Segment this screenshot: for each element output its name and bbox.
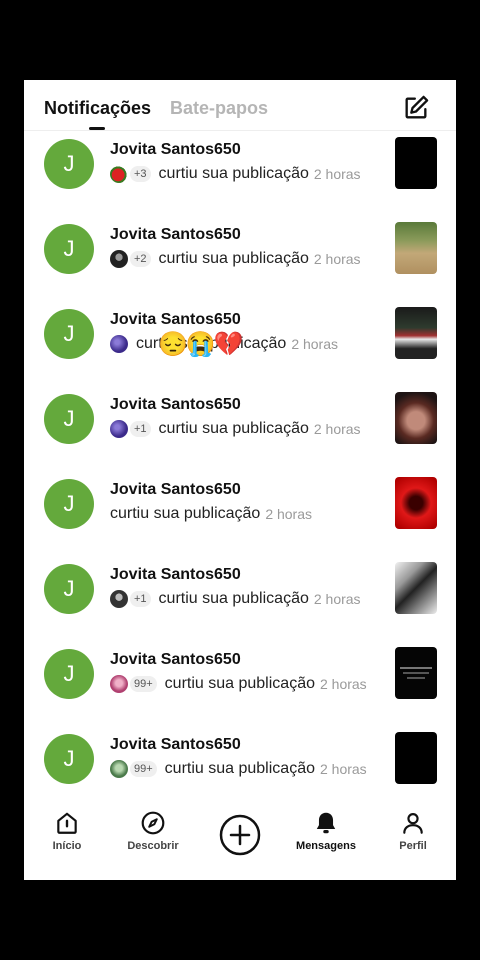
timestamp: 2 horas [313, 591, 361, 607]
notification-detail: +2 curtiu sua publicação 2 horas [110, 248, 361, 270]
timestamp: 2 horas [265, 506, 313, 522]
post-thumbnail[interactable] [395, 477, 437, 529]
liker-count-badge: +1 [130, 591, 151, 607]
notification-row[interactable]: J Jovita Santos650 +1 curtiu sua publica… [24, 386, 456, 470]
profile-icon [403, 813, 423, 834]
user-name[interactable]: Jovita Santos650 [110, 651, 241, 669]
avatar[interactable]: J [44, 139, 94, 189]
liker-count-badge: 99+ [130, 761, 157, 777]
notification-detail: 99+ curtiu sua publicação 2 horas [110, 758, 367, 780]
liker-avatar [110, 760, 128, 778]
action-text: curtiu sua publicação [110, 505, 261, 522]
avatar[interactable]: J [44, 734, 94, 784]
action-text: curtiu sua publicação [158, 165, 309, 182]
bell-icon [316, 812, 336, 834]
home-icon [57, 812, 77, 834]
timestamp: 2 horas [319, 761, 367, 777]
liker-count-badge: +3 [130, 166, 151, 182]
timestamp: 2 horas [313, 251, 361, 267]
liker-avatar [110, 335, 128, 353]
nav-home-label: Início [52, 840, 82, 852]
notification-row[interactable]: J Jovita Santos650 +3 curtiu sua publica… [24, 131, 456, 215]
liker-count-badge: +2 [130, 251, 151, 267]
avatar[interactable]: J [44, 479, 94, 529]
create-post-button[interactable] [200, 814, 280, 856]
nav-discover[interactable]: Descobrir [113, 810, 193, 852]
nav-discover-label: Descobrir [127, 840, 179, 852]
notification-row[interactable]: J Jovita Santos650 curtiu sua publicação… [24, 471, 456, 555]
post-thumbnail[interactable] [395, 222, 437, 274]
tab-notifications[interactable]: Notificações [44, 98, 151, 119]
avatar[interactable]: J [44, 309, 94, 359]
nav-profile-label: Perfil [399, 840, 427, 852]
action-text: curtiu sua publicação [164, 675, 315, 692]
notification-detail: +1 curtiu sua publicação 2 horas [110, 418, 361, 440]
post-thumbnail[interactable] [395, 137, 437, 189]
liker-avatar [110, 675, 128, 693]
action-text: curtiu sua publicação [158, 250, 309, 267]
user-name[interactable]: Jovita Santos650 [110, 481, 241, 499]
tab-chats[interactable]: Bate-papos [170, 98, 268, 119]
post-thumbnail[interactable] [395, 392, 437, 444]
notification-row[interactable]: J Jovita Santos650 99+ curtiu sua public… [24, 726, 456, 810]
post-thumbnail[interactable] [395, 562, 437, 614]
liker-count-badge: +1 [130, 421, 151, 437]
liker-count-badge: 99+ [130, 676, 157, 692]
nav-messages[interactable]: Mensagens [286, 810, 366, 852]
liker-avatar [110, 590, 128, 608]
notification-row[interactable]: J Jovita Santos650 99+ curtiu sua public… [24, 641, 456, 725]
user-name[interactable]: Jovita Santos650 [110, 141, 241, 159]
action-text: curtiu sua publicação [158, 420, 309, 437]
top-bar: Notificações Bate-papos [24, 80, 456, 131]
notification-detail: +3 curtiu sua publicação 2 horas [110, 163, 361, 185]
user-name[interactable]: Jovita Santos650 [110, 311, 241, 329]
action-text: curtiu sua publicação [164, 760, 315, 777]
avatar[interactable]: J [44, 394, 94, 444]
notification-detail: 99+ curtiu sua publicação 2 horas [110, 673, 367, 695]
post-thumbnail[interactable] [395, 732, 437, 784]
liker-avatar [110, 250, 128, 268]
compose-icon[interactable] [402, 94, 430, 122]
compass-icon [141, 811, 165, 835]
post-thumbnail[interactable] [395, 647, 437, 699]
plus-circle-icon [219, 814, 261, 856]
notification-row[interactable]: J Jovita Santos650 +2 curtiu sua publica… [24, 216, 456, 300]
action-text: curtiu sua publicação [158, 590, 309, 607]
notification-row[interactable]: J Jovita Santos650 +1 curtiu sua publica… [24, 556, 456, 640]
timestamp: 2 horas [313, 166, 361, 182]
notification-detail: curtiu sua publicação 2 horas [110, 503, 312, 525]
timestamp: 2 horas [313, 421, 361, 437]
avatar[interactable]: J [44, 224, 94, 274]
user-name[interactable]: Jovita Santos650 [110, 736, 241, 754]
nav-profile[interactable]: Perfil [373, 810, 453, 852]
avatar[interactable]: J [44, 649, 94, 699]
avatar[interactable]: J [44, 564, 94, 614]
notification-detail: +1 curtiu sua publicação 2 horas [110, 588, 361, 610]
liker-avatar [110, 420, 128, 438]
active-tab-indicator [89, 127, 105, 130]
nav-home[interactable]: Início [27, 810, 107, 852]
timestamp: 2 horas [319, 676, 367, 692]
timestamp: 2 horas [291, 336, 339, 352]
user-name[interactable]: Jovita Santos650 [110, 396, 241, 414]
notifications-screen: Notificações Bate-papos J Jovita Santos6… [24, 80, 456, 880]
bottom-navigation: Início Descobrir Mensagens Perfil [24, 800, 456, 880]
user-name[interactable]: Jovita Santos650 [110, 566, 241, 584]
strawberry-icon [110, 165, 128, 183]
nav-messages-label: Mensagens [296, 840, 356, 852]
post-thumbnail[interactable] [395, 307, 437, 359]
user-name[interactable]: Jovita Santos650 [110, 226, 241, 244]
overlay-emoji-sticker: 😔😭💔 [158, 331, 244, 358]
